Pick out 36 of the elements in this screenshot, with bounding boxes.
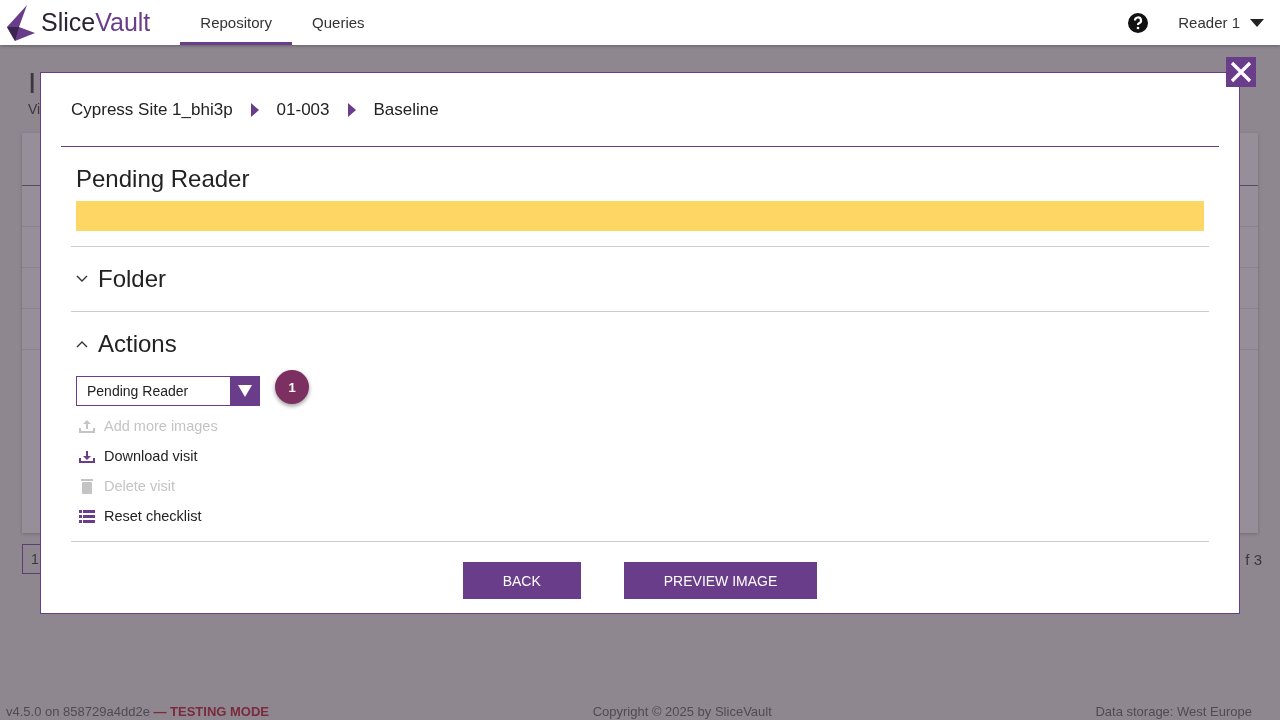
chevron-right-icon xyxy=(347,102,356,117)
list-icon xyxy=(78,507,96,525)
status-dropdown[interactable]: Pending Reader xyxy=(76,376,260,406)
action-link: Add more images xyxy=(76,411,218,441)
action-link[interactable]: Reset checklist xyxy=(76,501,202,531)
page-title: I xyxy=(28,65,37,101)
nav-tab[interactable]: Repository xyxy=(180,0,293,45)
caret-icon xyxy=(238,385,252,397)
section-toggle[interactable]: Actions xyxy=(76,330,177,358)
chevron-down-icon xyxy=(76,275,88,283)
upload-icon xyxy=(78,417,96,435)
step-badge: 1 xyxy=(275,370,309,404)
status-title: Pending Reader xyxy=(75,164,251,194)
section-toggle[interactable]: Folder xyxy=(76,265,167,293)
logo-icon xyxy=(5,4,35,41)
version-text: v4.5.0 on 858729a4dd2e — TESTING MODE xyxy=(6,704,270,720)
chevron-up-icon xyxy=(76,340,88,348)
brand-name: SliceVault xyxy=(41,8,151,37)
action-link: Delete visit xyxy=(76,471,175,501)
breadcrumb-item[interactable]: 01-003 xyxy=(276,99,330,120)
page-count: f 3 xyxy=(1245,550,1262,568)
user-menu[interactable]: Reader 1 xyxy=(1172,13,1270,32)
breadcrumb-item[interactable]: Baseline xyxy=(373,99,439,120)
nav-tab[interactable]: Queries xyxy=(292,0,385,45)
action-link[interactable]: Download visit xyxy=(76,441,198,471)
caret-icon xyxy=(1250,18,1264,27)
trash-icon xyxy=(78,477,96,495)
back-button[interactable]: BACK xyxy=(462,562,581,599)
copyright-text: Copyright © 2025 by SliceVault xyxy=(592,704,772,720)
storage-text: Data storage: West Europe xyxy=(1095,704,1252,720)
chevron-right-icon xyxy=(250,102,259,117)
help-icon[interactable] xyxy=(1128,12,1149,33)
page-subtitle: Vi xyxy=(28,101,41,117)
close-button[interactable] xyxy=(1226,57,1256,87)
breadcrumb-item[interactable]: Cypress Site 1_bhi3p xyxy=(71,99,233,120)
preview-button[interactable]: PREVIEW IMAGE xyxy=(623,562,818,599)
